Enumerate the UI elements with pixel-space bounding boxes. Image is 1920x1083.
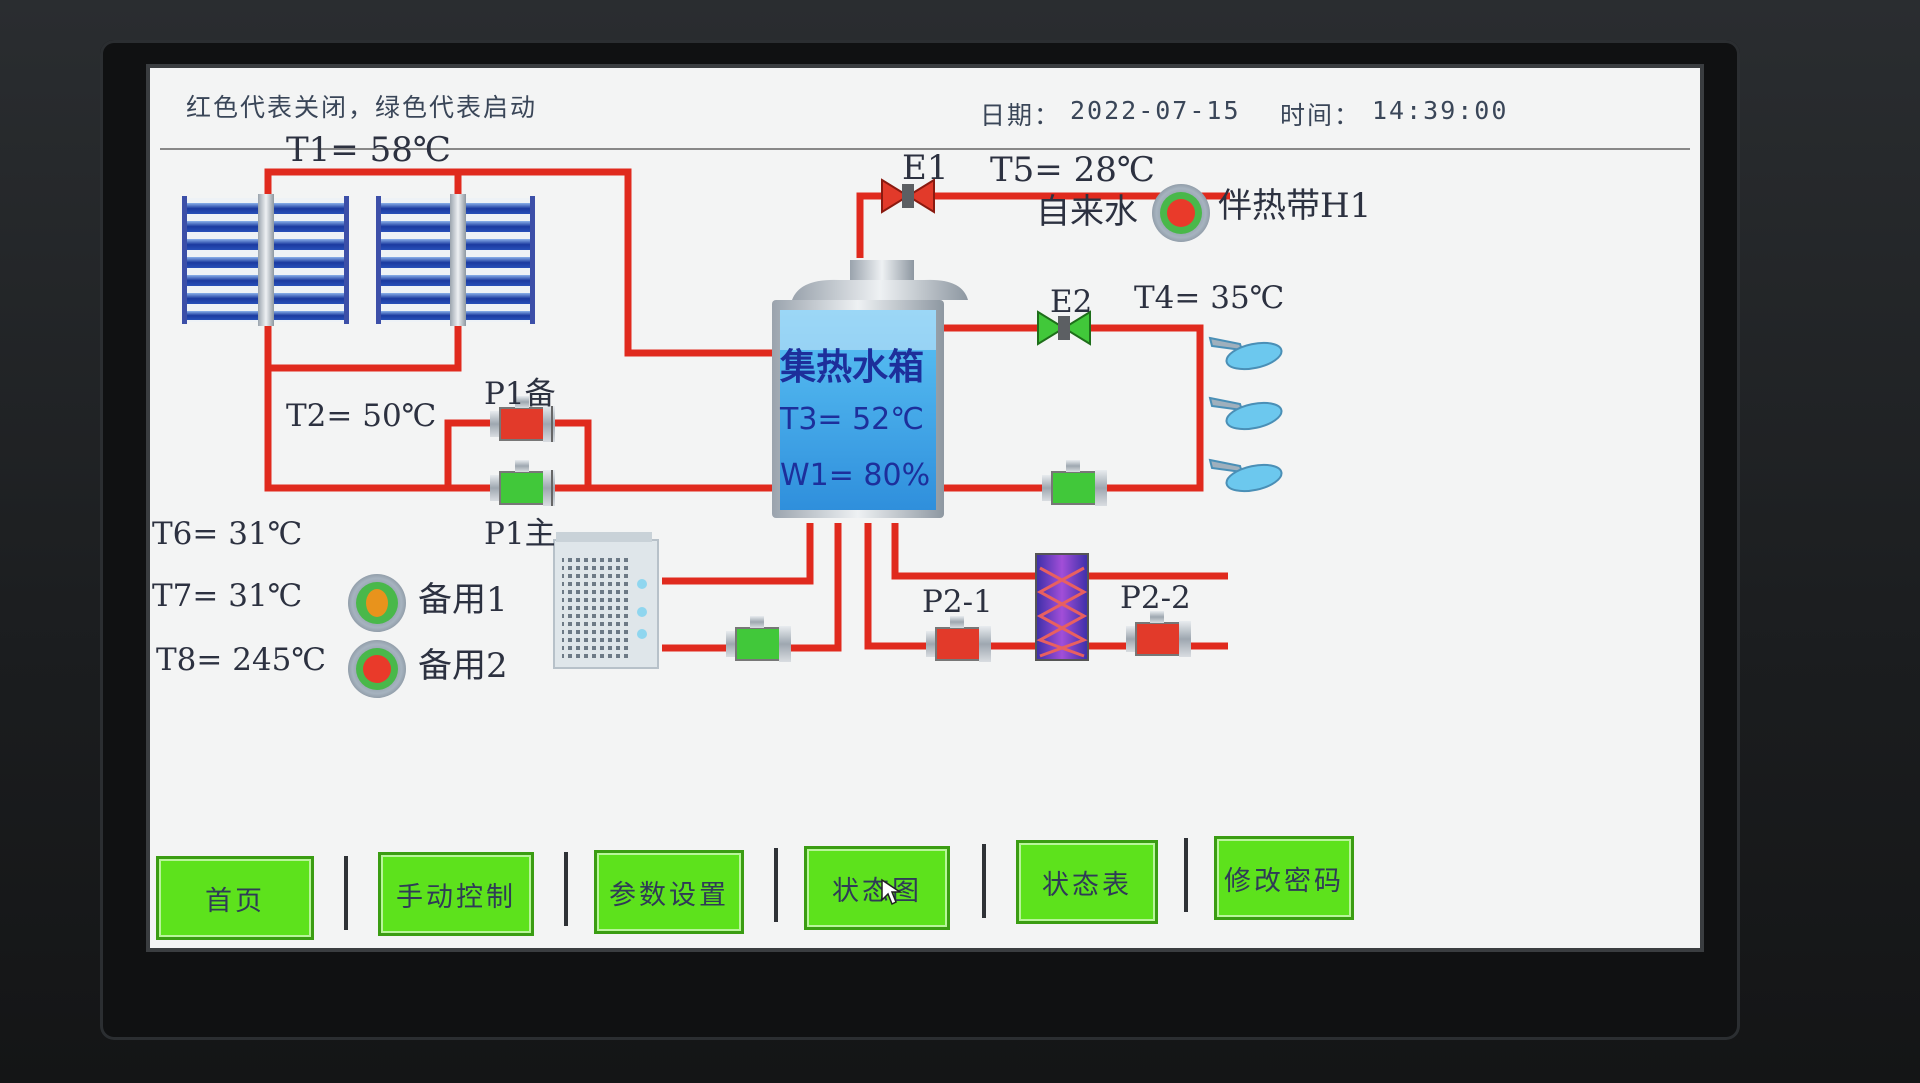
spare2-indicator[interactable] [348,640,406,698]
pump-p2-1-label: P2-1 [922,584,993,620]
nav-change-password-button[interactable]: 修改密码 [1214,836,1354,920]
sensor-t6: T6= 31℃ [152,516,303,552]
sensor-t1: T1= 58℃ [286,130,451,170]
nav-separator [564,852,568,926]
nav-manual-control-button[interactable]: 手动控制 [378,852,534,936]
tank-title: 集热水箱 [780,347,925,388]
pump-heat-pump[interactable] [726,616,791,662]
sensor-t2: T2= 50℃ [286,398,437,434]
tap-water-label: 自来水 [1036,192,1138,232]
heat-tape-label: 伴热带H1 [1218,186,1372,226]
pump-p1-backup-label: P1备 [484,376,556,412]
pump-p2-2[interactable] [1126,611,1191,657]
cursor-icon [881,878,903,906]
nav-home-button[interactable]: 首页 [156,856,314,940]
shower-heads [1208,336,1283,493]
nav-parameter-settings-button[interactable]: 参数设置 [594,850,744,934]
nav-status-table-button[interactable]: 状态表 [1016,840,1158,924]
heat-pump-unit [553,532,659,669]
pump-p2-1[interactable] [926,616,991,662]
solar-collector-2 [376,194,535,326]
sensor-t7: T7= 31℃ [152,578,303,614]
pump-p2-2-label: P2-2 [1120,580,1191,616]
heat-exchanger [1035,553,1089,661]
solar-collector-1 [182,194,349,326]
process-diagram [182,168,1283,669]
sensor-w1: W1= 80% [780,458,931,493]
pump-return[interactable] [1042,460,1107,506]
pump-p1-main-label: P1主 [484,516,556,552]
pump-p1-main[interactable] [490,460,555,506]
hmi-screen: 红色代表关闭，绿色代表启动 日期： 2022-07-15 时间： 14:39:0… [150,68,1700,948]
nav-separator [982,844,986,918]
sensor-t3: T3= 52℃ [780,402,924,437]
sensor-t4: T4= 35℃ [1134,280,1285,316]
nav-separator [1184,838,1188,912]
spare1-indicator[interactable] [348,574,406,632]
sensor-t8: T8= 245℃ [156,642,327,678]
valve-e1-label: E1 [902,148,949,188]
valve-e2-label: E2 [1050,284,1093,320]
spare1-label: 备用1 [418,580,508,620]
nav-status-diagram-button[interactable]: 状态图 [804,846,950,930]
spare2-label: 备用2 [418,646,508,686]
nav-separator [774,848,778,922]
nav-separator [344,856,348,930]
heat-tape-h1-indicator[interactable] [1152,184,1210,242]
